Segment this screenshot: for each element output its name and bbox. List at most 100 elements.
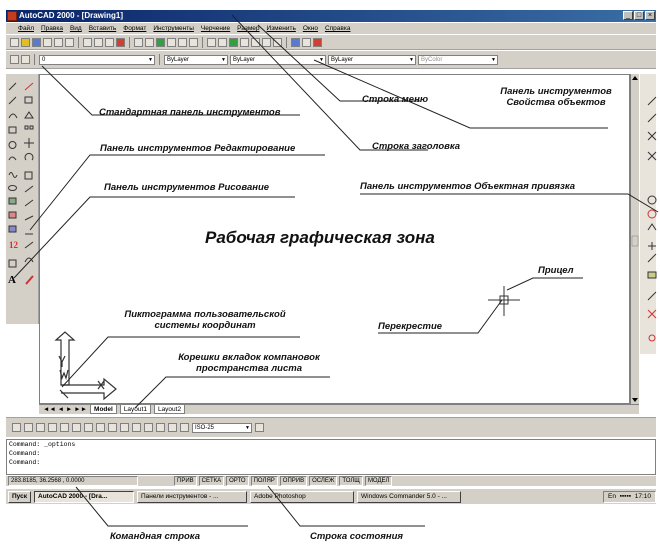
annotation-command-line: Командная строка: [110, 531, 201, 542]
print-icon[interactable]: [43, 37, 52, 47]
status-otrack[interactable]: ОСЛЕЖ: [309, 476, 338, 486]
tab-layout1[interactable]: Layout1: [119, 405, 151, 414]
taskbar-item-toolbars[interactable]: Панели инструментов - ...: [137, 490, 247, 503]
copy-icon[interactable]: [94, 37, 103, 47]
system-tray: En ▪▪▪▪▪ 17:10: [603, 490, 656, 503]
dimension-edit-icon[interactable]: [156, 423, 165, 432]
menu-edit[interactable]: Правка: [41, 23, 63, 34]
plotstyle-combo[interactable]: ByColor: [418, 54, 498, 65]
aligned-dimension-icon[interactable]: [24, 423, 33, 432]
find-icon[interactable]: [65, 37, 74, 47]
annotation-layout-tabs: Корешки вкладок компановок пространства …: [178, 352, 320, 374]
status-ortho[interactable]: ОРТО: [226, 476, 249, 486]
status-polar[interactable]: ПОЛЯР: [250, 476, 278, 486]
linetype-value: ByLayer: [233, 56, 256, 63]
save-icon[interactable]: [32, 37, 41, 47]
close-button[interactable]: ×: [645, 11, 655, 20]
layers-icon[interactable]: [21, 55, 30, 64]
status-grid[interactable]: СЕТКА: [198, 476, 225, 486]
menu-view[interactable]: Вид: [70, 23, 82, 34]
tolerance-icon[interactable]: [132, 423, 141, 432]
tab-nav-arrows[interactable]: ◄◄ ◄ ► ►►: [43, 405, 87, 414]
taskbar-item-windows-commander[interactable]: Windows Commander 5.0 - ...: [357, 490, 461, 503]
menu-help[interactable]: Справка: [325, 23, 351, 34]
language-indicator[interactable]: En: [608, 493, 616, 500]
redo-icon[interactable]: [145, 37, 154, 47]
cut-icon[interactable]: [83, 37, 92, 47]
redraw-icon[interactable]: [207, 37, 216, 47]
tray-icons[interactable]: ▪▪▪▪▪: [618, 493, 633, 500]
help-icon[interactable]: [313, 37, 322, 47]
taskbar-item-photoshop[interactable]: Adobe Photoshop: [250, 490, 354, 503]
menu-file[interactable]: Файл: [18, 23, 34, 34]
menu-tools[interactable]: Инструменты: [153, 23, 194, 34]
status-osnap[interactable]: ОПРИВ: [279, 476, 308, 486]
distance-icon[interactable]: [189, 37, 198, 47]
print-preview-icon[interactable]: [54, 37, 63, 47]
undo-icon[interactable]: [134, 37, 143, 47]
command-prompt[interactable]: Command:: [9, 458, 655, 467]
clock: 17:10: [634, 492, 651, 500]
coordinates-readout[interactable]: 283.8185, 36.2568 , 0.0000: [8, 476, 138, 486]
status-snap[interactable]: ПРИВ: [174, 476, 197, 486]
tab-model[interactable]: Model: [90, 405, 117, 414]
dimension-text-edit-icon[interactable]: [168, 423, 177, 432]
separator: [286, 36, 287, 48]
make-layer-current-icon[interactable]: [10, 55, 19, 64]
new-icon[interactable]: [10, 37, 19, 47]
leader-icon[interactable]: [120, 423, 129, 432]
menu-bar: Файл Правка Вид Вставить Формат Инструме…: [6, 23, 656, 34]
status-model[interactable]: МОДЕЛ: [364, 476, 393, 486]
properties-icon[interactable]: [291, 37, 300, 47]
linetype-combo[interactable]: ByLayer: [230, 54, 326, 65]
diameter-dimension-icon[interactable]: [60, 423, 69, 432]
tracking-icon[interactable]: [167, 37, 176, 47]
dim-style-combo[interactable]: ISO-25: [192, 422, 252, 433]
window-title: AutoCAD 2000 - [Drawing1]: [19, 11, 124, 20]
zoom-previous-icon[interactable]: [273, 37, 282, 47]
menu-modify[interactable]: Изменить: [267, 23, 296, 34]
linear-dimension-icon[interactable]: [12, 423, 21, 432]
menu-format[interactable]: Формат: [123, 23, 146, 34]
quick-dimension-icon[interactable]: [84, 423, 93, 432]
named-views-icon[interactable]: [218, 37, 227, 47]
maximize-button[interactable]: □: [634, 11, 644, 20]
vertical-scrollbar[interactable]: [630, 74, 639, 404]
paste-icon[interactable]: [105, 37, 114, 47]
hyperlink-icon[interactable]: [156, 37, 165, 47]
menu-window[interactable]: Окно: [303, 23, 318, 34]
radius-dimension-icon[interactable]: [48, 423, 57, 432]
angular-dimension-icon[interactable]: [72, 423, 81, 432]
open-icon[interactable]: [21, 37, 30, 47]
command-window[interactable]: Command: _options Command: Command:: [6, 439, 656, 475]
status-lwt[interactable]: ТОЛЩ: [339, 476, 363, 486]
menu-draw[interactable]: Черчение: [201, 23, 230, 34]
minimize-button[interactable]: _: [623, 11, 633, 20]
menu-insert[interactable]: Вставить: [89, 23, 117, 34]
baseline-dimension-icon[interactable]: [96, 423, 105, 432]
tab-layout2[interactable]: Layout2: [153, 405, 186, 414]
3d-orbit-icon[interactable]: [229, 37, 238, 47]
dimension-update-icon[interactable]: [180, 423, 189, 432]
menu-dimension[interactable]: Размер: [237, 23, 259, 34]
ucs-icon-button[interactable]: [178, 37, 187, 47]
lineweight-combo[interactable]: ByLayer: [328, 54, 416, 65]
layer-combo[interactable]: 0: [39, 54, 155, 65]
annotation-modify-toolbar: Панель инструментов Редактирование: [100, 143, 296, 154]
command-line: Command:: [9, 450, 41, 457]
match-properties-icon[interactable]: [116, 37, 125, 47]
taskbar-item-autocad[interactable]: AutoCAD 2000 - [Dra...: [34, 490, 134, 503]
zoom-realtime-icon[interactable]: [251, 37, 260, 47]
center-mark-icon[interactable]: [144, 423, 153, 432]
dimension-style-icon[interactable]: [255, 423, 264, 432]
start-button[interactable]: Пуск: [8, 490, 31, 503]
color-combo[interactable]: ByLayer: [164, 54, 228, 65]
annotation-standard-toolbar: Стандартная панель инструментов: [99, 107, 281, 118]
design-center-icon[interactable]: [302, 37, 311, 47]
continue-dimension-icon[interactable]: [108, 423, 117, 432]
autocad-app-icon[interactable]: [7, 11, 17, 21]
pan-icon[interactable]: [240, 37, 249, 47]
zoom-window-icon[interactable]: [262, 37, 271, 47]
screenshot-stage: AutoCAD 2000 - [Drawing1] _ □ × Файл Пра…: [0, 0, 660, 547]
ordinate-dimension-icon[interactable]: [36, 423, 45, 432]
